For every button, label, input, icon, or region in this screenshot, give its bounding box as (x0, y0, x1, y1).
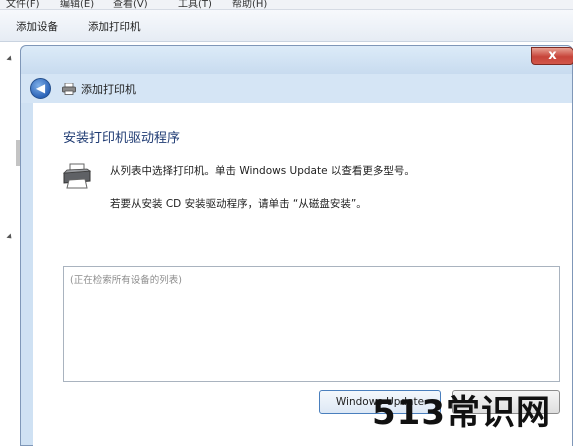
menu-file[interactable]: 文件(F) (6, 0, 40, 9)
printer-icon (62, 83, 76, 95)
add-printer-button[interactable]: 添加打印机 (88, 19, 141, 34)
close-icon: x (548, 48, 557, 63)
add-device-button[interactable]: 添加设备 (16, 19, 58, 34)
collapse-arrow-icon[interactable] (6, 233, 14, 241)
toolbar: 添加设备 添加打印机 (0, 10, 573, 42)
menu-help[interactable]: 帮助(H) (232, 0, 267, 9)
page-heading: 安装打印机驱动程序 (63, 131, 181, 146)
menu-edit[interactable]: 编辑(E) (60, 0, 94, 9)
list-status-text: (正在检索所有设备的列表) (70, 275, 182, 286)
add-printer-dialog: x ◀ 添加打印机 安装打印机驱动程序 从列表中选择打印机。单击 Windows… (20, 45, 573, 446)
menu-bar: 文件(F) 编辑(E) 查看(V) 工具(T) 帮助(H) (0, 0, 573, 10)
site-watermark: 513常识网 (372, 393, 551, 433)
printer-list[interactable]: (正在检索所有设备的列表) (63, 266, 560, 382)
dialog-title: 添加打印机 (81, 83, 136, 96)
menu-view[interactable]: 查看(V) (113, 0, 148, 9)
disk-instruction-text: 若要从安装 CD 安装驱动程序，请单击 “从磁盘安装”。 (110, 198, 367, 210)
printer-icon (62, 163, 92, 189)
back-button[interactable]: ◀ (30, 78, 51, 99)
collapse-arrow-icon[interactable] (6, 55, 14, 63)
dialog-navbar: ◀ 添加打印机 (21, 74, 572, 103)
close-button[interactable]: x (531, 47, 573, 65)
dialog-titlebar[interactable]: x (21, 46, 573, 74)
back-arrow-icon: ◀ (35, 81, 46, 95)
menu-tools[interactable]: 工具(T) (178, 0, 212, 9)
instruction-text: 从列表中选择打印机。单击 Windows Update 以查看更多型号。 (110, 165, 415, 177)
